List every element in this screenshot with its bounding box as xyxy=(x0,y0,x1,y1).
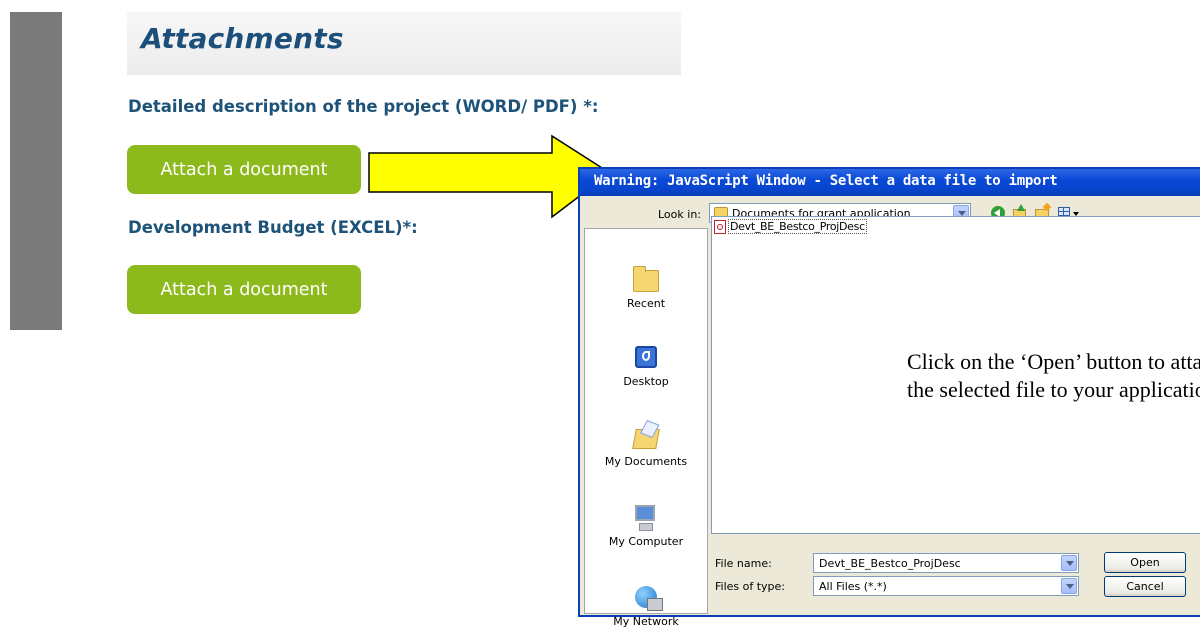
file-name-label: File name: xyxy=(715,557,772,570)
file-type-value: All Files (*.*) xyxy=(819,580,887,593)
yellow-arrow-pointer xyxy=(368,134,612,219)
open-button[interactable]: Open xyxy=(1104,552,1186,573)
project-description-label: Detailed description of the project (WOR… xyxy=(128,97,599,116)
attach-project-description-button[interactable]: Attach a document xyxy=(127,145,361,194)
pdf-file-icon xyxy=(714,219,726,234)
chevron-down-icon[interactable] xyxy=(1061,578,1077,594)
place-desktop-label: Desktop xyxy=(623,375,669,388)
file-open-dialog: Warning: JavaScript Window - Select a da… xyxy=(578,167,1200,628)
file-type-dropdown[interactable]: All Files (*.*) xyxy=(813,576,1079,596)
places-bar: Recent Desktop My Documents My Computer … xyxy=(584,228,708,628)
place-my-network[interactable]: My Network xyxy=(585,585,707,628)
place-my-documents-label: My Documents xyxy=(604,455,688,468)
place-recent-label: Recent xyxy=(626,297,666,310)
place-desktop[interactable]: Desktop xyxy=(585,345,707,388)
place-my-documents[interactable]: My Documents xyxy=(585,425,707,468)
recent-icon xyxy=(632,266,660,293)
chevron-down-icon[interactable] xyxy=(1061,555,1077,571)
file-list[interactable]: Devt_BE_Bestco_ProjDesc Click on the ‘Op… xyxy=(711,216,1200,534)
desktop-icon xyxy=(632,345,660,371)
dialog-title: Warning: JavaScript Window - Select a da… xyxy=(594,173,1058,189)
left-sidebar-bar xyxy=(10,12,62,330)
list-item[interactable]: Devt_BE_Bestco_ProjDesc xyxy=(714,219,867,234)
place-my-computer-label: My Computer xyxy=(608,535,684,548)
my-network-icon xyxy=(632,585,663,611)
my-documents-icon xyxy=(632,425,660,451)
file-item-name: Devt_BE_Bestco_ProjDesc xyxy=(728,219,867,234)
attachments-header: Attachments xyxy=(127,12,681,75)
section-title: Attachments xyxy=(141,22,344,55)
instruction-annotation: Click on the ‘Open’ button to attach the… xyxy=(907,349,1200,402)
place-recent[interactable]: Recent xyxy=(585,266,707,310)
look-in-label: Look in: xyxy=(658,208,701,221)
cancel-button[interactable]: Cancel xyxy=(1104,576,1186,597)
file-name-value: Devt_BE_Bestco_ProjDesc xyxy=(819,557,961,570)
attach-budget-button[interactable]: Attach a document xyxy=(127,265,361,314)
file-type-label: Files of type: xyxy=(715,580,786,593)
file-name-input[interactable]: Devt_BE_Bestco_ProjDesc xyxy=(813,553,1079,573)
place-my-computer[interactable]: My Computer xyxy=(585,505,707,548)
dialog-titlebar[interactable]: Warning: JavaScript Window - Select a da… xyxy=(580,169,1200,196)
place-my-network-label: My Network xyxy=(613,615,679,628)
my-computer-icon xyxy=(632,505,660,531)
